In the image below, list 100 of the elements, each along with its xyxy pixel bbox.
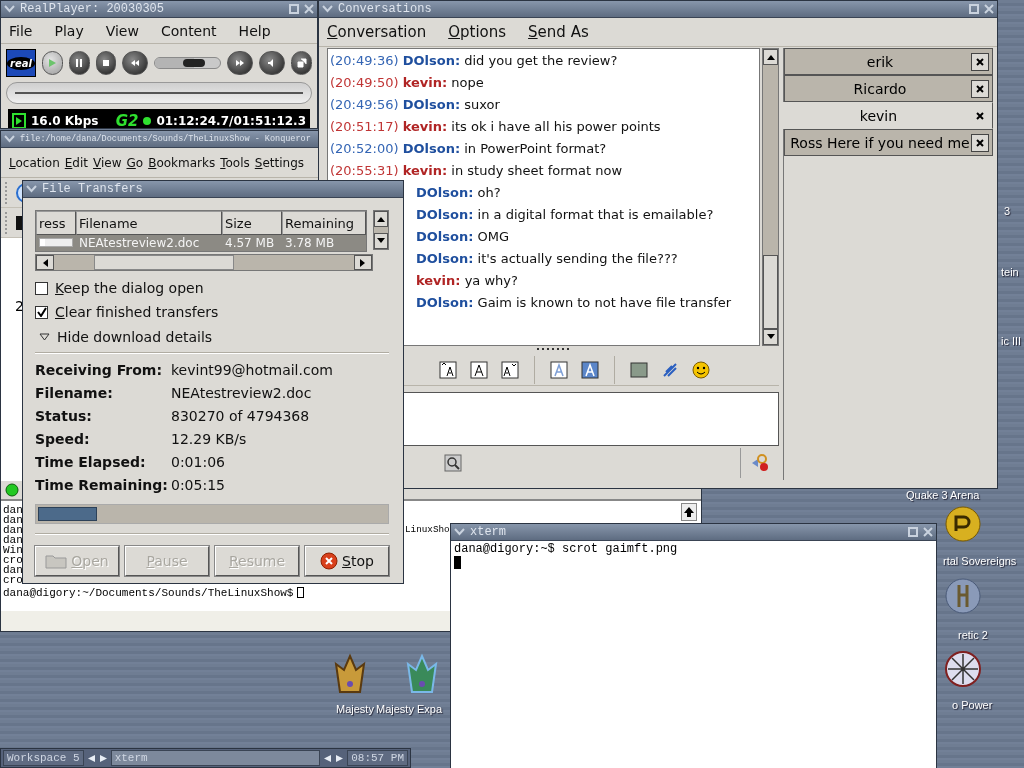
menu-item[interactable]: Options [448,23,507,41]
down-arrow-icon[interactable] [377,238,385,244]
scrollbar-thumb[interactable] [94,255,234,270]
larger-text-button[interactable] [437,358,459,381]
menu-item[interactable]: Tools [220,155,250,170]
player-logo: real [6,49,36,77]
up-arrow-icon[interactable] [766,54,775,60]
maximize-icon[interactable] [289,4,299,14]
down-arrow-icon[interactable] [766,334,775,340]
column-header[interactable]: Size [222,211,282,235]
column-header[interactable]: Remaining [282,211,366,235]
conversation-tab[interactable]: Ricardo [784,75,993,102]
close-tab-button[interactable] [971,52,989,71]
close-icon[interactable] [984,4,994,14]
bitrate-text: 16.0 Kbps [31,113,99,128]
left-arrow-icon[interactable] [42,258,48,267]
chat-message: (20:49:56) DOlson: suxor [330,96,500,114]
menu-item[interactable]: Help [238,22,271,39]
scrollbar[interactable] [373,210,389,250]
menu-item[interactable]: Bookmarks [148,155,216,170]
menu-item[interactable]: View [105,22,139,39]
window-menu-icon[interactable] [26,185,37,193]
desktop-icon-label[interactable]: 3 [1004,205,1011,217]
right-arrow-icon[interactable] [360,258,366,267]
window-menu-icon[interactable] [4,5,15,13]
column-header[interactable]: ress [36,211,76,235]
desktop-icon-label[interactable]: o Power [952,699,993,711]
maximize-icon[interactable] [908,527,918,537]
details-expander[interactable]: Hide download details [35,329,213,345]
checkbox-label[interactable]: Keep the dialog open [55,280,204,296]
menu-item[interactable]: Send As [528,23,589,41]
checkbox[interactable] [35,281,48,295]
menu-item[interactable]: Play [54,22,84,39]
larger-text-icon [438,359,458,380]
magnifier-icon [443,453,463,473]
scroll-up-button[interactable] [681,503,697,521]
terminal-line: dan [3,565,23,575]
menu-item[interactable]: View [93,155,122,170]
close-icon [976,57,984,66]
background-color-button[interactable] [579,358,601,381]
desktop-icon-label[interactable]: retic 2 [958,629,988,641]
horizontal-scrollbar[interactable] [35,254,373,271]
menu-item[interactable]: Conversation [327,23,427,41]
conversation-tab[interactable]: erik [784,48,993,75]
play-button[interactable] [41,51,63,75]
scrollbar[interactable] [762,48,779,346]
detail-label: Speed: [35,430,91,448]
position-bar[interactable] [6,82,312,104]
desktop-icon-label[interactable]: Quake 3 Arena [906,489,980,501]
terminal-line: cro [3,575,23,585]
desktop-icon-label[interactable]: Majesty Expa [376,703,443,715]
menu-item[interactable]: Content [160,22,217,39]
menu-item[interactable]: Edit [64,155,88,170]
desktop-icon-label[interactable]: ic III [1001,335,1022,347]
text-fragment: 2 [15,298,24,314]
column-header[interactable]: Filename [76,211,222,235]
desktop-icon-label[interactable]: Majesty [336,703,374,715]
menu-item[interactable]: File [9,22,33,39]
cursor-icon [297,587,305,598]
conversation-tab[interactable]: Ross Here if you need me [784,129,993,156]
up-arrow-icon[interactable] [377,216,385,222]
maximize-icon[interactable] [969,4,979,14]
close-icon [976,138,984,147]
stop-button[interactable] [95,51,117,75]
smiley-button[interactable] [690,358,712,381]
close-tab-button[interactable] [971,133,989,152]
pause-button[interactable] [68,51,90,75]
window-menu-icon[interactable] [454,528,465,536]
window-title: xterm [470,525,507,539]
checkbox-label[interactable]: Clear finished transfers [55,304,219,320]
rewind-button[interactable] [122,51,149,75]
checkbox[interactable] [35,305,48,319]
search-button[interactable] [442,452,464,474]
close-tab-button[interactable] [971,79,989,98]
chat-message: (20:52:00) DOlson: in PowerPoint format? [330,140,607,158]
dialog-button[interactable]: Stop [305,546,389,576]
menu-item[interactable]: Go [126,155,144,170]
window-menu-icon[interactable] [322,5,333,13]
close-icon[interactable] [923,527,933,537]
seek-slider[interactable] [154,57,222,69]
volume-button[interactable] [259,51,286,75]
scrollbar-thumb[interactable] [763,255,778,329]
smaller-text-button[interactable] [499,358,521,381]
resize-grip-icon[interactable] [536,346,570,352]
workspace-switcher[interactable]: Workspace 5 [3,750,84,766]
compact-view-button[interactable] [291,51,312,75]
menu-item[interactable]: Location [9,155,60,170]
conversation-tab[interactable]: kevin [781,102,993,129]
desktop-icon-label[interactable]: tein [1001,266,1019,278]
close-icon[interactable] [304,4,314,14]
window-menu-icon[interactable] [4,135,15,143]
window-icon [296,58,307,68]
seek-thumb[interactable] [183,59,206,67]
chat-message: DOlson: OMG [416,228,510,246]
stop-icon [100,58,111,68]
text-color-button[interactable] [548,358,570,381]
normal-text-button[interactable] [468,358,490,381]
fast-forward-button[interactable] [227,51,254,75]
menu-item[interactable]: Settings [254,155,304,170]
desktop-icon-label[interactable]: rtal Sovereigns [943,555,1017,567]
